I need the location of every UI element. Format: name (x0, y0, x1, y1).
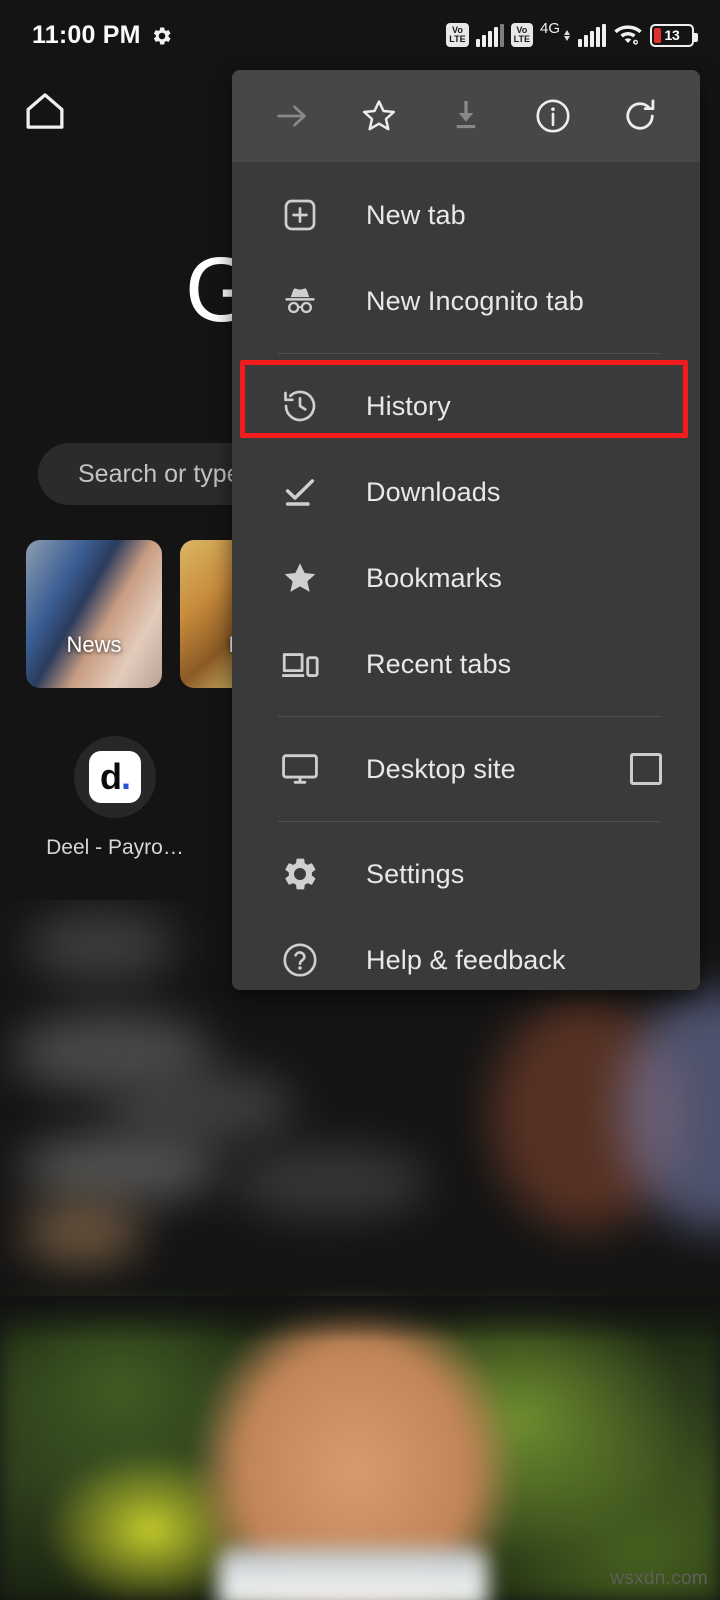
phone-screen: G Search or type News Rec d. Deel - Payr… (0, 0, 720, 1600)
menu-item-settings[interactable]: Settings (232, 831, 700, 917)
data-activity-icon (564, 30, 570, 41)
menu-item-label: New Incognito tab (366, 286, 584, 317)
menu-item-label: History (366, 391, 451, 422)
network-type-label: 4G (540, 20, 560, 37)
menu-item-label: Recent tabs (366, 649, 511, 680)
volte-line-2: LTE (449, 35, 465, 44)
menu-item-desktop-site[interactable]: Desktop site (232, 726, 700, 812)
watermark: wsxdn.com (610, 1568, 708, 1590)
menu-item-label: Desktop site (366, 754, 516, 785)
tile-label: News (26, 632, 162, 658)
menu-item-new-tab[interactable]: New tab (232, 172, 700, 258)
menu-item-bookmarks[interactable]: Bookmarks (232, 535, 700, 621)
volte-line-2: LTE (514, 35, 530, 44)
browser-overflow-menu: New tab New Incognito tab (232, 70, 700, 990)
menu-item-label: Bookmarks (366, 563, 502, 594)
desktop-site-checkbox[interactable] (630, 753, 662, 785)
new-tab-icon (278, 193, 322, 237)
battery-level: 13 (652, 27, 692, 43)
status-bar-left: 11:00 PM (32, 21, 171, 50)
gear-icon (151, 25, 171, 45)
volte-icon-sim1: Vo LTE (446, 23, 468, 47)
reload-icon[interactable] (609, 85, 671, 147)
menu-divider (278, 716, 660, 717)
home-icon[interactable] (22, 88, 68, 134)
menu-item-label: Help & feedback (366, 945, 566, 976)
desktop-icon (278, 747, 322, 791)
deel-icon-letter: d (100, 759, 121, 795)
menu-divider (278, 353, 660, 354)
wifi-icon (613, 23, 643, 47)
menu-item-label: New tab (366, 200, 466, 231)
history-icon (278, 384, 322, 428)
menu-divider (278, 821, 660, 822)
download-icon[interactable] (435, 85, 497, 147)
status-bar: 11:00 PM Vo LTE Vo LTE 4G (0, 0, 720, 70)
menu-item-history[interactable]: History (232, 363, 700, 449)
help-circle-icon (278, 938, 322, 982)
menu-item-label: Downloads (366, 477, 500, 508)
status-bar-right: Vo LTE Vo LTE 4G (446, 23, 694, 47)
blur-blob (22, 1200, 142, 1266)
gear-icon (278, 852, 322, 896)
menu-item-new-incognito-tab[interactable]: New Incognito tab (232, 258, 700, 344)
info-circle-icon[interactable] (522, 85, 584, 147)
menu-item-recent-tabs[interactable]: Recent tabs (232, 621, 700, 707)
blur-blob (20, 1132, 220, 1204)
menu-item-downloads[interactable]: Downloads (232, 449, 700, 535)
downloads-icon (278, 470, 322, 514)
menu-toolbar (232, 70, 700, 162)
menu-item-help-feedback[interactable]: Help & feedback (232, 917, 700, 990)
star-outline-icon[interactable] (348, 85, 410, 147)
blur-blob (26, 910, 176, 982)
signal-bars-sim2 (578, 24, 606, 47)
incognito-icon (278, 279, 322, 323)
shortcut-deel[interactable]: d. Deel - Payro… (42, 736, 188, 860)
blur-blob (230, 1146, 430, 1218)
battery-icon: 13 (650, 24, 694, 47)
star-filled-icon (278, 556, 322, 600)
shortcut-circle: d. (74, 736, 156, 818)
shortcut-label: Deel - Payro… (46, 836, 184, 860)
status-time: 11:00 PM (32, 21, 141, 50)
signal-bars-sim1 (476, 24, 504, 47)
hero-photo-subject (218, 1548, 488, 1600)
most-visited-tile[interactable]: News (26, 540, 162, 688)
deel-icon: d. (89, 751, 141, 803)
menu-item-label: Settings (366, 859, 464, 890)
deel-icon-dot: . (121, 759, 130, 795)
hero-fade (0, 1296, 720, 1342)
volte-icon-sim2: Vo LTE (511, 23, 533, 47)
forward-arrow-icon[interactable] (261, 85, 323, 147)
menu-item-list: New tab New Incognito tab (232, 162, 700, 990)
recent-tabs-icon (278, 642, 322, 686)
